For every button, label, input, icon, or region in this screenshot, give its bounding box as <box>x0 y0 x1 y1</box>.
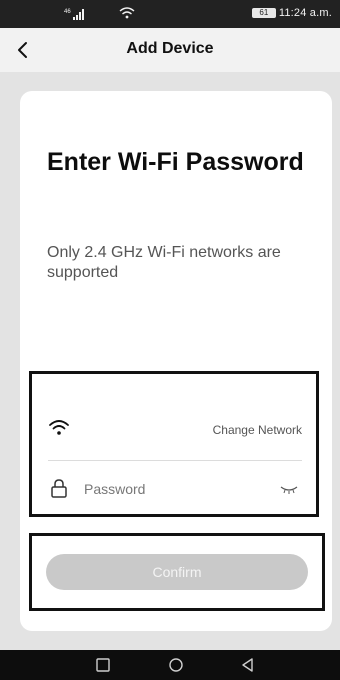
status-bar: 46 61 11:24 a.m. <box>0 0 340 28</box>
lock-icon <box>51 479 67 498</box>
card-headline: Enter Wi-Fi Password <box>47 148 304 176</box>
network-credentials-box: Change Network <box>29 371 319 517</box>
status-right: 61 11:24 a.m. <box>251 7 332 19</box>
svg-text:46: 46 <box>64 9 71 15</box>
page-title: Add Device <box>126 40 214 57</box>
divider <box>48 460 302 461</box>
triangle-back-icon[interactable] <box>240 657 256 673</box>
eye-closed-icon[interactable] <box>280 484 298 494</box>
system-nav-bar <box>0 650 340 680</box>
circle-home-icon[interactable] <box>168 657 184 673</box>
card-subtext: Only 2.4 GHz Wi-Fi networks are supporte… <box>47 244 281 281</box>
change-network-link[interactable]: Change Network <box>213 423 302 437</box>
confirm-button[interactable]: Confirm <box>46 554 308 590</box>
battery-icon: 61 <box>251 8 276 18</box>
header-bar: Add Device <box>0 28 340 72</box>
status-wifi-icon <box>119 7 135 19</box>
confirm-area: Confirm <box>29 533 325 611</box>
square-recents-icon[interactable] <box>95 657 111 673</box>
password-input[interactable] <box>84 478 264 500</box>
cellular-signal-icon: 46 <box>64 9 84 20</box>
status-clock: 11:24 a.m. <box>278 7 332 19</box>
wifi-icon <box>49 420 69 435</box>
wifi-setup-card: Enter Wi-Fi Password Only 2.4 GHz Wi-Fi … <box>20 91 332 631</box>
